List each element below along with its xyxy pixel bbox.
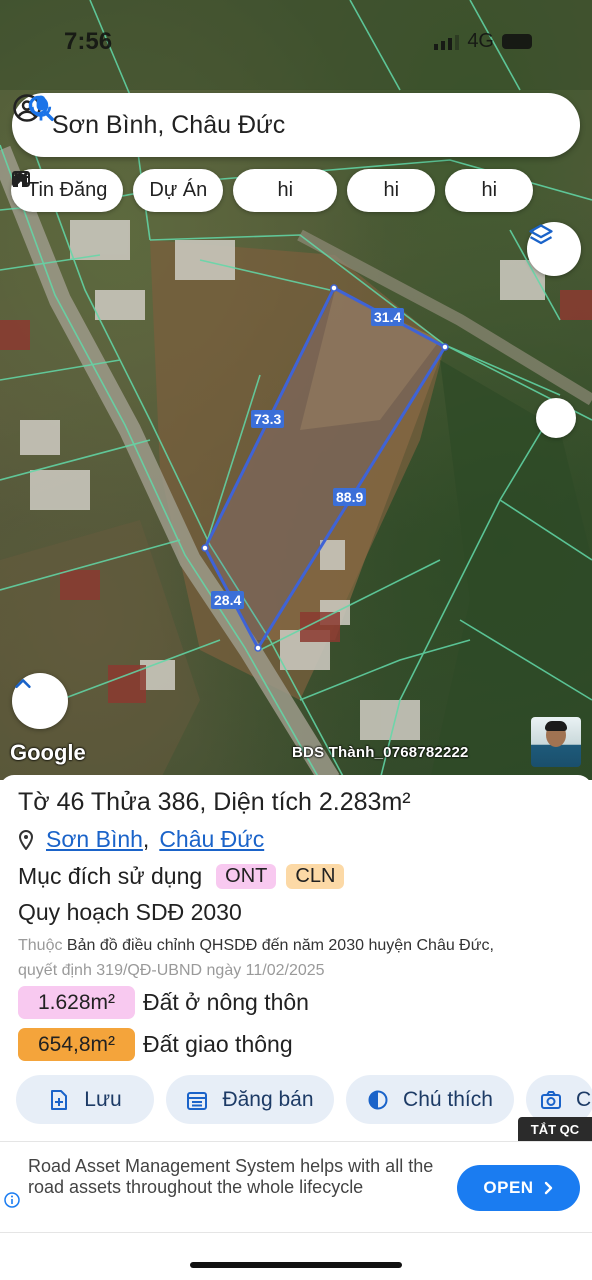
- post-sale-label: Đăng bán: [222, 1087, 314, 1111]
- search-bar[interactable]: Sơn Bình, Châu Đức: [12, 93, 580, 157]
- home-indicator[interactable]: [190, 1262, 402, 1268]
- satellite-map[interactable]: 31.4 73.3 88.9 28.4 7:56 4G Sơn Bình, Ch…: [0, 0, 592, 780]
- layers-icon: [529, 224, 553, 245]
- land-use-purpose: Mục đích sử dụng ONT CLN: [18, 863, 345, 890]
- chip-projects[interactable]: Dự Án: [13, 169, 224, 212]
- purpose-tag-ont: ONT: [216, 864, 277, 889]
- ad-info-icon[interactable]: [4, 1192, 20, 1208]
- search-input[interactable]: Sơn Bình, Châu Đức: [52, 111, 562, 140]
- save-label: Lưu: [84, 1087, 122, 1111]
- network-type: 4G: [467, 30, 494, 52]
- plan-description: Thuộc Bản đồ điều chỉnh QHSDĐ đến năm 20…: [18, 933, 590, 983]
- chip-label: Tin Đăng: [27, 179, 108, 201]
- district-link[interactable]: Châu Đức: [159, 826, 264, 853]
- area-row-residential: 1.628m² Đất ở nông thôn: [18, 986, 309, 1019]
- area-label: Đất ở nông thôn: [143, 989, 309, 1015]
- location-pin-icon: [18, 829, 34, 850]
- location-dot-button[interactable]: [536, 398, 576, 438]
- chip-tool-2[interactable]: hi: [13, 169, 436, 212]
- signal-icon: [434, 34, 460, 50]
- hide-ads-button[interactable]: TẮT QC: [518, 1117, 592, 1141]
- chip-label: hi: [383, 179, 400, 201]
- battery-icon: [502, 34, 532, 49]
- ad-open-button[interactable]: OPEN: [457, 1165, 580, 1211]
- tools-icon: [13, 171, 29, 187]
- chevron-up-icon: [15, 679, 31, 689]
- chevron-right-icon: [544, 1181, 552, 1195]
- plan-decision: quyết định 319/QĐ-UBND ngày 11/02/2025: [18, 962, 325, 979]
- segment-length-label: 28.4: [211, 591, 245, 609]
- status-indicators: 4G: [434, 30, 532, 53]
- area-value: 654,8m²: [18, 1028, 135, 1061]
- legend-label: Chú thích: [403, 1087, 493, 1111]
- area-value: 1.628m²: [18, 986, 135, 1019]
- chip-tool-3[interactable]: hi: [13, 169, 534, 212]
- plan-prefix: Thuộc: [18, 937, 63, 954]
- plan-source: Bản đồ điều chỉnh QHSDĐ đến năm 2030 huy…: [66, 937, 494, 954]
- purpose-tag-cln: CLN: [286, 864, 345, 889]
- calendar-icon: [187, 1091, 208, 1110]
- legend-button[interactable]: Chú thích: [346, 1075, 514, 1124]
- save-icon: [51, 1089, 68, 1110]
- filter-chips: Tin Đăng Dự Án hi hi hi: [11, 169, 534, 212]
- camera-icon: [541, 1090, 561, 1109]
- map-credit-watermark: BDS Thành_0768782222: [292, 744, 469, 761]
- avatar[interactable]: [531, 717, 581, 767]
- chip-label: hi: [277, 179, 294, 201]
- expand-up-button[interactable]: [12, 673, 68, 729]
- area-row-traffic: 654,8m² Đất giao thông: [18, 1028, 293, 1061]
- legend-icon: [368, 1090, 388, 1109]
- segment-length-label: 88.9: [333, 488, 367, 506]
- segment-length-label: 31.4: [371, 308, 405, 326]
- parcel-location: Sơn Bình , Châu Đức: [18, 826, 264, 853]
- chip-tool-1[interactable]: hi: [13, 169, 338, 212]
- post-sale-button[interactable]: Đăng bán: [166, 1075, 334, 1124]
- microphone-icon[interactable]: [26, 93, 56, 123]
- status-time: 7:56: [64, 28, 113, 55]
- ad-open-label: OPEN: [483, 1178, 534, 1197]
- purpose-label: Mục đích sử dụng: [18, 863, 203, 889]
- camera-label: C: [576, 1087, 592, 1111]
- area-label: Đất giao thông: [143, 1031, 293, 1057]
- chip-label: hi: [481, 179, 498, 201]
- ad-text: Road Asset Management System helps with …: [28, 1156, 434, 1197]
- ward-link[interactable]: Sơn Bình: [46, 826, 143, 853]
- plan-title: Quy hoạch SDĐ 2030: [18, 899, 242, 925]
- ad-banner[interactable]: Road Asset Management System helps with …: [0, 1141, 592, 1233]
- parcel-title: Tờ 46 Thửa 386, Diện tích 2.283m²: [18, 788, 411, 816]
- action-buttons: Lưu Đăng bán Chú thích C: [16, 1075, 592, 1124]
- google-logo: Google: [10, 740, 86, 765]
- chip-label: Dự Án: [149, 179, 208, 201]
- segment-length-label: 73.3: [251, 410, 285, 428]
- save-button[interactable]: Lưu: [16, 1075, 154, 1124]
- parcel-info-sheet: Tờ 46 Thửa 386, Diện tích 2.283m² Sơn Bì…: [0, 775, 592, 1145]
- location-separator: ,: [142, 826, 150, 852]
- layers-button[interactable]: [527, 222, 581, 276]
